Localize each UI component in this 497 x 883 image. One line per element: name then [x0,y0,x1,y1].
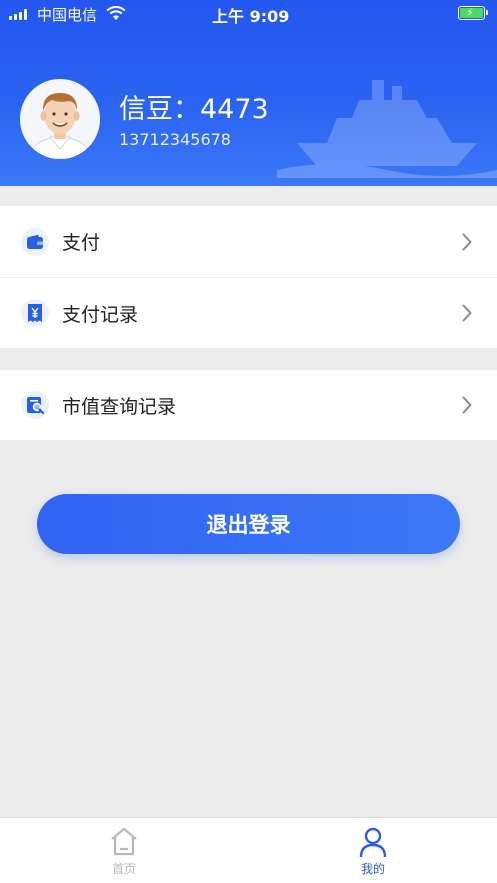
profile-header: 中国电信 上午 9:09 ⚡ 信豆：4473 13712345678 [0,0,497,186]
home-icon [111,827,137,856]
chevron-right-icon [462,233,472,250]
signal-icon [9,9,27,20]
chevron-right-icon [462,304,472,322]
menu-label-pay: 支付 [62,232,101,254]
tab-mine-label: 我的 [360,862,385,876]
status-bar: 中国电信 上午 9:09 ⚡ [0,0,497,28]
menu-label-pay-records: 支付记录 [62,303,139,326]
tab-home-label: 首页 [111,862,136,876]
ship-illustration [277,80,497,178]
user-phone: 13712345678 [119,130,231,149]
status-time: 上午 9:09 [212,7,290,26]
menu-group-payment: 支付 支付记录 [0,206,497,348]
search-document-icon [21,391,49,419]
menu-label-market-query-records: 市值查询记录 [62,395,177,418]
menu-group-query: 市值查询记录 [0,370,497,440]
logout-button[interactable]: 退出登录 [37,494,460,554]
wifi-icon [106,6,126,20]
menu-item-pay-records[interactable]: 支付记录 [0,277,497,348]
menu-item-market-query-records[interactable]: 市值查询记录 [0,370,497,440]
tab-home[interactable]: 首页 [0,818,248,883]
avatar-portrait-icon [20,79,100,159]
tab-mine[interactable]: 我的 [249,818,497,883]
menu-item-pay[interactable]: 支付 [0,206,497,277]
battery-icon: ⚡ [458,6,488,20]
wallet-icon [21,227,49,256]
chevron-right-icon [462,396,472,414]
receipt-yen-icon [21,299,49,327]
tab-bar: 首页 我的 [0,817,497,883]
beans-balance: 信豆：4473 [119,94,269,125]
carrier-name: 中国电信 [37,6,98,24]
avatar[interactable] [20,79,100,159]
person-icon [359,827,387,858]
